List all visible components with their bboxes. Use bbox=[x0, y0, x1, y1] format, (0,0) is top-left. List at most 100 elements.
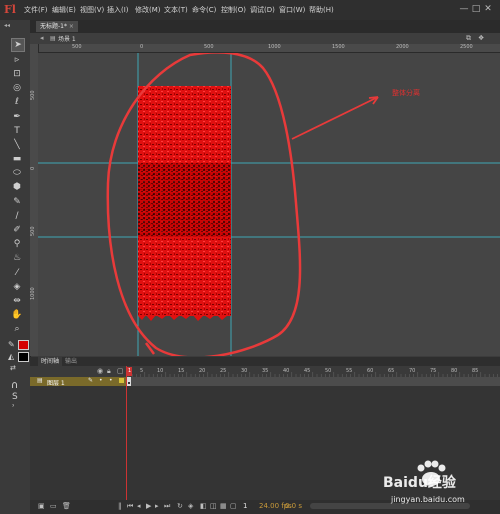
eraser-icon[interactable]: ◈ bbox=[11, 281, 23, 293]
fill-color-icon[interactable] bbox=[18, 352, 29, 362]
pencil-icon[interactable]: ✎ bbox=[11, 196, 23, 208]
new-layer-icon[interactable]: ▣ bbox=[38, 502, 45, 510]
onion-outline-icon[interactable]: ◫ bbox=[210, 502, 217, 510]
watermark-brand: Baidu经验 bbox=[383, 475, 456, 491]
fill-bucket-icon: ◭ bbox=[8, 352, 15, 361]
snap-icon[interactable]: ∩ bbox=[11, 380, 18, 391]
menu-edit[interactable]: 编辑(E) bbox=[52, 5, 76, 15]
vruler-label: 500 bbox=[30, 226, 36, 236]
timeline-panel-header bbox=[30, 357, 500, 366]
edit-multiple-frames-icon[interactable]: ▦ bbox=[220, 502, 227, 510]
straighten-icon[interactable]: ʾ bbox=[12, 404, 15, 414]
text-icon[interactable]: T bbox=[11, 125, 23, 137]
vruler-label: 0 bbox=[30, 166, 36, 170]
collapse-panel-icon[interactable]: ◂◂ bbox=[4, 22, 10, 29]
frame-ruler[interactable]: 1 5 10 15 20 25 30 35 40 45 50 55 60 65 … bbox=[127, 366, 500, 377]
swap-colors-icon[interactable]: ⇄ bbox=[10, 364, 16, 372]
scene-bar bbox=[30, 33, 500, 44]
brush-icon[interactable]: ∕ bbox=[11, 210, 23, 222]
back-icon[interactable]: ◂ bbox=[40, 34, 44, 42]
paint-brush-icon[interactable]: ✐ bbox=[11, 224, 23, 236]
line-icon[interactable]: ╲ bbox=[11, 139, 23, 151]
hruler-label: 500 bbox=[204, 44, 214, 50]
hruler-label: 2500 bbox=[460, 44, 473, 50]
bone-icon[interactable]: ⚲ bbox=[11, 238, 23, 250]
broken-apart-image-dark-band bbox=[138, 163, 231, 237]
keyframe-dot bbox=[128, 382, 130, 384]
subselection-icon[interactable]: ▹ bbox=[11, 54, 23, 66]
zoom-icon[interactable]: ⌕ bbox=[11, 323, 23, 335]
menu-insert[interactable]: 插入(I) bbox=[107, 5, 129, 15]
hruler-label: 0 bbox=[140, 44, 144, 50]
current-frame[interactable]: 1 bbox=[243, 502, 247, 510]
delete-layer-icon[interactable]: 🗑︎ bbox=[62, 502, 71, 510]
oval-icon[interactable]: ⬭ bbox=[11, 167, 23, 179]
loop-icon[interactable]: ↻ bbox=[177, 502, 183, 510]
edit-scene-icon[interactable]: ⧉ bbox=[466, 34, 471, 43]
new-folder-icon[interactable]: ▭ bbox=[50, 502, 57, 510]
play-icon[interactable]: ▶ bbox=[146, 502, 151, 510]
menu-modify[interactable]: 修改(M) bbox=[135, 5, 161, 15]
3d-rotation-icon[interactable]: ◎ bbox=[11, 82, 23, 94]
paint-bucket-icon[interactable]: ♨ bbox=[11, 252, 23, 264]
next-frame-icon[interactable]: ▸ bbox=[155, 502, 159, 510]
frame-number: 15 bbox=[178, 368, 185, 374]
menu-commands[interactable]: 命令(C) bbox=[192, 5, 216, 15]
smooth-icon[interactable]: S bbox=[12, 392, 18, 402]
layer-row[interactable]: ▤ 图层 1 ✎ • • bbox=[30, 377, 126, 387]
layer-outline-square[interactable] bbox=[119, 378, 124, 383]
first-frame-icon[interactable]: ⏮ bbox=[127, 502, 133, 511]
outline-icon[interactable]: ▢ bbox=[117, 367, 124, 375]
frame-number: 60 bbox=[367, 368, 374, 374]
rectangle-icon[interactable]: ▬ bbox=[11, 153, 23, 165]
document-tab[interactable]: 无标题-1* × bbox=[36, 21, 78, 32]
annotation-arrow-line bbox=[291, 96, 379, 140]
hruler-label: 2000 bbox=[396, 44, 409, 50]
tab-output[interactable]: 输出 bbox=[62, 357, 80, 366]
menu-window[interactable]: 窗口(W) bbox=[279, 5, 305, 15]
maximize-button[interactable]: □ bbox=[470, 4, 482, 14]
selection-icon[interactable]: ➤ bbox=[11, 38, 25, 52]
close-button[interactable]: ✕ bbox=[482, 4, 494, 14]
lasso-icon[interactable]: ℓ bbox=[11, 96, 23, 108]
lock-icon[interactable]: 🔒︎ bbox=[107, 367, 111, 376]
menu-help[interactable]: 帮助(H) bbox=[309, 5, 334, 15]
menu-file[interactable]: 文件(F) bbox=[24, 5, 48, 15]
edit-symbols-icon[interactable]: ❖ bbox=[478, 34, 484, 42]
baidu-watermark: Baidu经验 jingyan.baidu.com bbox=[383, 459, 497, 511]
menu-text[interactable]: 文本(T) bbox=[164, 5, 188, 15]
free-transform-icon[interactable]: ⊡ bbox=[11, 68, 23, 80]
minimize-button[interactable]: — bbox=[458, 4, 470, 14]
stage-canvas[interactable] bbox=[38, 51, 500, 359]
hruler-label: 1000 bbox=[268, 44, 281, 50]
prev-frame-icon[interactable]: ◂ bbox=[137, 502, 141, 510]
horizontal-ruler: 500 0 500 1000 1500 2000 2500 bbox=[38, 44, 500, 53]
close-tab-icon[interactable]: × bbox=[69, 23, 74, 30]
menu-debug[interactable]: 调试(D) bbox=[250, 5, 275, 15]
app-logo: Fl bbox=[4, 3, 16, 16]
layer-visible-dot[interactable]: • bbox=[99, 377, 103, 384]
frame-number: 35 bbox=[262, 368, 269, 374]
frame-number: 40 bbox=[283, 368, 290, 374]
eyedropper-icon[interactable]: ⁄ bbox=[11, 267, 23, 279]
onion-skin-icon[interactable]: ◧ bbox=[200, 502, 207, 510]
layer-icon: ▤ bbox=[37, 377, 43, 384]
pen-icon[interactable]: ✒ bbox=[11, 111, 23, 123]
hand-icon[interactable]: ✋ bbox=[11, 309, 23, 321]
stroke-color-icon[interactable] bbox=[18, 340, 29, 350]
tab-timeline[interactable]: 时间轴 bbox=[38, 357, 63, 366]
width-icon[interactable]: ⇹ bbox=[11, 295, 23, 307]
last-frame-icon[interactable]: ⏭ bbox=[164, 502, 170, 511]
annotation-label: 整体分离 bbox=[392, 89, 420, 97]
onion-markers-icon[interactable]: ▢ bbox=[230, 502, 237, 510]
elapsed-time: 0.0 s bbox=[285, 502, 303, 510]
frame-number: 45 bbox=[304, 368, 311, 374]
layer-frames[interactable] bbox=[127, 377, 500, 386]
menu-view[interactable]: 视图(V) bbox=[80, 5, 104, 15]
layer-lock-dot[interactable]: • bbox=[109, 377, 113, 384]
show-hide-icon[interactable]: ◉ bbox=[97, 367, 103, 375]
menu-control[interactable]: 控制(O) bbox=[221, 5, 246, 15]
polystar-icon[interactable]: ⬢ bbox=[11, 181, 23, 193]
frame-number: 25 bbox=[220, 368, 227, 374]
center-frame-icon[interactable]: ◈ bbox=[188, 502, 193, 510]
